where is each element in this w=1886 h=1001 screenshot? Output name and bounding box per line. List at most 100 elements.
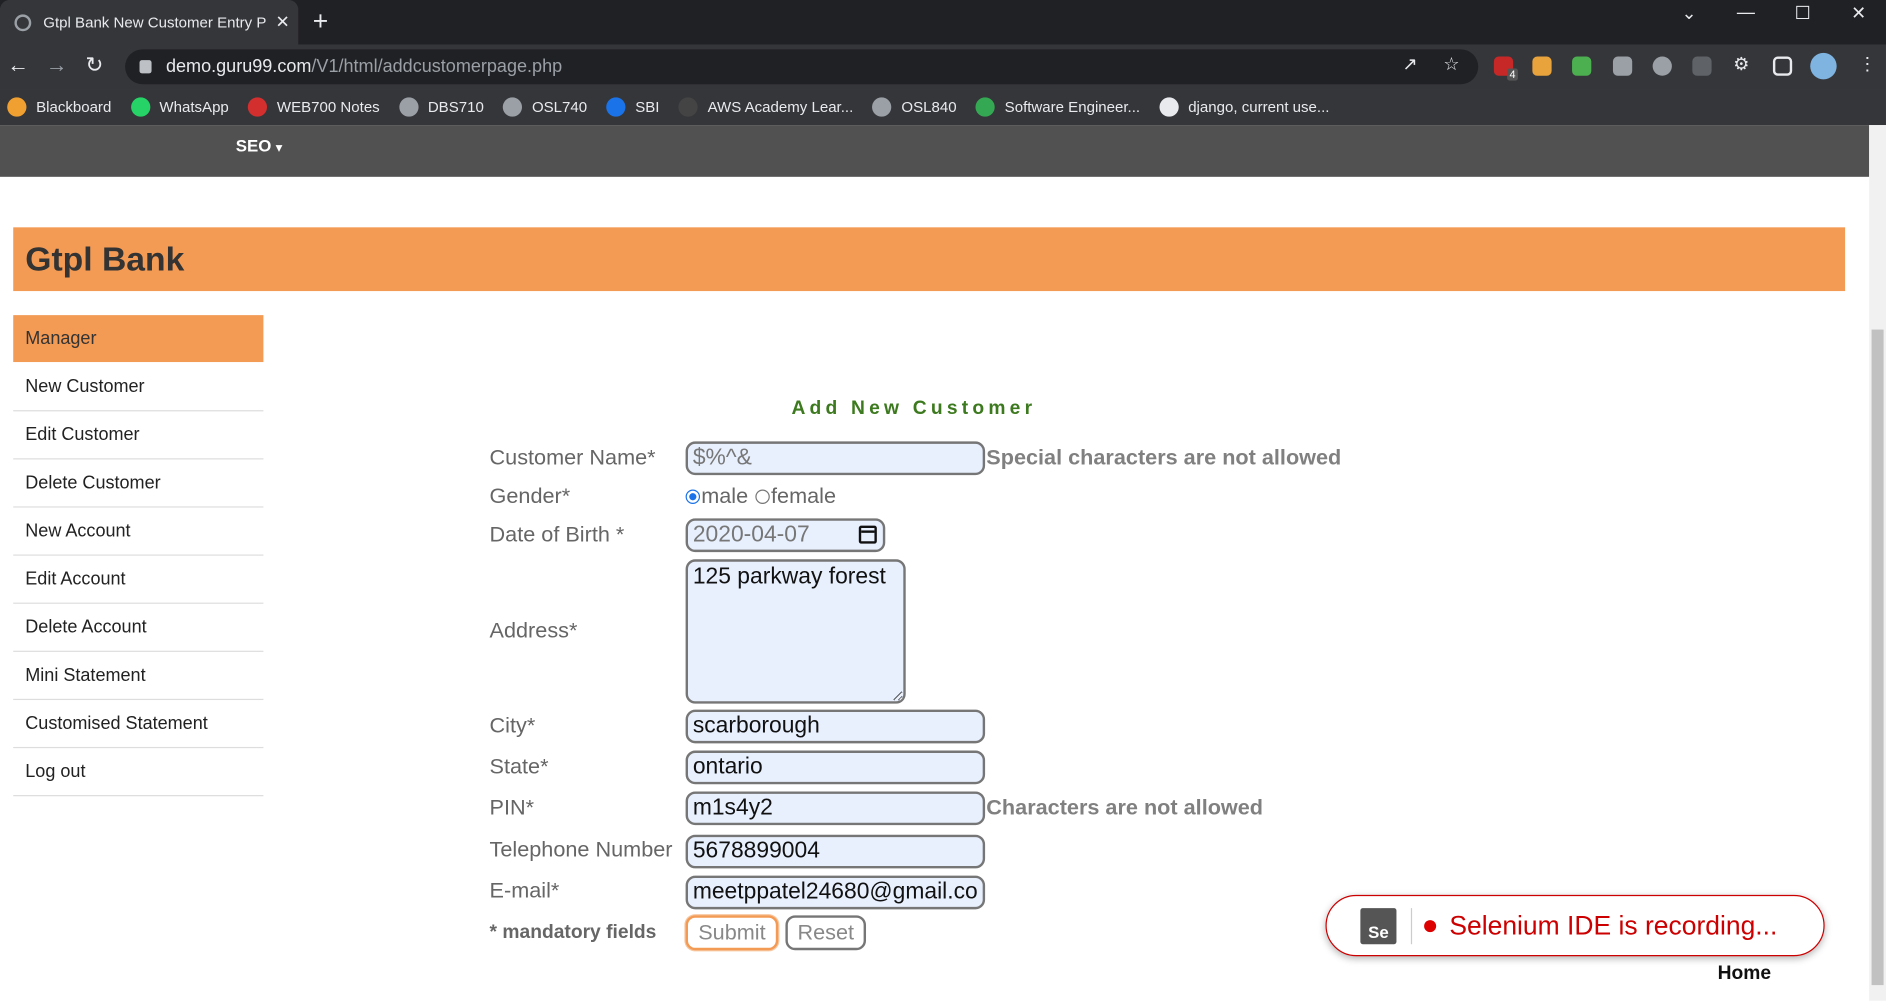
extension-icon[interactable] bbox=[1652, 56, 1672, 76]
customer-name-error: Special characters are not allowed bbox=[986, 445, 1342, 470]
home-link[interactable]: Home bbox=[1718, 963, 1771, 985]
bookmark-label: WhatsApp bbox=[159, 98, 229, 116]
mandatory-note: * mandatory fields bbox=[489, 922, 657, 943]
bookmark-label: DBS710 bbox=[427, 98, 484, 116]
state-input[interactable]: ontario bbox=[685, 750, 986, 785]
telephone-label: Telephone Number bbox=[489, 837, 673, 862]
globe-icon bbox=[14, 13, 32, 31]
recording-dot-icon bbox=[1424, 919, 1437, 932]
bookmark-label: Software Engineer... bbox=[1004, 98, 1141, 116]
bookmark-label: OSL840 bbox=[901, 98, 957, 116]
url-path: /V1/html/addcustomerpage.php bbox=[311, 56, 563, 77]
bookmark-label: OSL740 bbox=[531, 98, 588, 116]
customer-name-label: Customer Name* bbox=[489, 445, 656, 470]
form-title: Add New Customer bbox=[791, 398, 1037, 419]
sidebar-item-edit-account[interactable]: Edit Account bbox=[13, 556, 264, 604]
extension-icon[interactable] bbox=[1612, 56, 1633, 76]
bookmark-label: Blackboard bbox=[36, 98, 112, 116]
sidebar-item-delete-customer[interactable]: Delete Customer bbox=[13, 459, 264, 508]
bookmark-item[interactable]: Blackboard bbox=[7, 97, 112, 117]
leaf-icon bbox=[975, 97, 996, 117]
dob-label: Date of Birth * bbox=[489, 522, 625, 547]
email-input[interactable]: meetppatel24680@gmail.co bbox=[685, 875, 986, 910]
minimize-button[interactable]: — bbox=[1737, 2, 1755, 22]
gender-male-radio[interactable] bbox=[685, 488, 701, 504]
scrollbar-thumb[interactable] bbox=[1871, 329, 1884, 986]
telephone-input[interactable]: 5678899004 bbox=[685, 834, 986, 869]
back-icon[interactable]: ← bbox=[7, 53, 29, 78]
site-nav-bar: SEO ▾ bbox=[0, 125, 1870, 177]
calendar-icon[interactable] bbox=[858, 525, 877, 544]
bookmark-item[interactable]: AWS Academy Lear... bbox=[678, 97, 854, 117]
aws-icon bbox=[678, 97, 698, 117]
sidebar-item-edit-customer[interactable]: Edit Customer bbox=[13, 411, 264, 460]
tab-search-icon[interactable]: ⌄ bbox=[1682, 2, 1697, 24]
nav-seo[interactable]: SEO ▾ bbox=[236, 136, 282, 155]
selenium-logo-icon: Se bbox=[1360, 907, 1397, 944]
bookmark-item[interactable]: django, current use... bbox=[1159, 97, 1330, 117]
bookmark-label: django, current use... bbox=[1188, 98, 1330, 116]
side-panel-icon[interactable] bbox=[1772, 56, 1793, 76]
bookmarks-bar: Blackboard WhatsApp WEB700 Notes DBS710 OSL7… bbox=[0, 89, 1886, 126]
menu-icon[interactable]: ⋮ bbox=[1858, 53, 1876, 74]
scrollbar[interactable] bbox=[1869, 125, 1886, 1001]
globe-icon bbox=[503, 97, 523, 117]
brand-banner: Gtpl Bank bbox=[13, 227, 1846, 292]
extension-icon[interactable] bbox=[1532, 56, 1552, 76]
dob-value: 2020-04-07 bbox=[692, 522, 810, 548]
sidebar-item-manager[interactable]: Manager bbox=[13, 315, 264, 363]
submit-button[interactable]: Submit bbox=[685, 915, 779, 951]
toolbar: ← → ↻ demo.guru99.com/V1/html/addcustome… bbox=[0, 44, 1886, 90]
sidebar-item-new-customer[interactable]: New Customer bbox=[13, 363, 264, 412]
bookmark-item[interactable]: WEB700 Notes bbox=[248, 97, 380, 117]
gender-radio-group: male female bbox=[685, 483, 837, 509]
email-label: E-mail* bbox=[489, 878, 560, 903]
browser-window: Gtpl Bank New Customer Entry P ✕ + ⌄ — ☐… bbox=[0, 0, 1886, 1001]
globe-icon bbox=[872, 97, 892, 117]
reload-icon[interactable]: ↻ bbox=[85, 53, 103, 78]
extension-icon[interactable] bbox=[1692, 56, 1712, 76]
sidebar-item-new-account[interactable]: New Account bbox=[13, 508, 264, 556]
bookmark-star-icon[interactable]: ☆ bbox=[1443, 53, 1459, 74]
pin-input[interactable]: m1s4y2 bbox=[685, 791, 986, 826]
bookmark-label: WEB700 Notes bbox=[276, 98, 380, 116]
gender-female-label: female bbox=[771, 483, 837, 508]
gender-female-radio[interactable] bbox=[755, 488, 770, 504]
bookmark-item[interactable]: DBS710 bbox=[398, 97, 484, 117]
bookmark-item[interactable]: OSL840 bbox=[872, 97, 957, 117]
whatsapp-icon bbox=[130, 97, 150, 117]
sidebar-item-customised-statement[interactable]: Customised Statement bbox=[13, 700, 264, 749]
bookmark-item[interactable]: SBI bbox=[606, 97, 659, 117]
bookmark-item[interactable]: OSL740 bbox=[503, 97, 588, 117]
globe-icon bbox=[398, 97, 419, 117]
sidebar-item-log-out[interactable]: Log out bbox=[13, 748, 264, 797]
sidebar-item-mini-statement[interactable]: Mini Statement bbox=[13, 652, 264, 701]
extension-icon[interactable] bbox=[1572, 56, 1592, 76]
browser-tab[interactable]: Gtpl Bank New Customer Entry P ✕ bbox=[0, 0, 299, 45]
pin-error: Characters are not allowed bbox=[986, 795, 1264, 820]
forward-icon[interactable]: → bbox=[46, 53, 68, 78]
close-tab-icon[interactable]: ✕ bbox=[275, 12, 289, 32]
divider bbox=[1410, 907, 1413, 944]
share-icon[interactable]: ↗ bbox=[1402, 53, 1417, 74]
puzzle-icon[interactable]: ⚙ bbox=[1733, 53, 1749, 74]
gender-male-label: male bbox=[701, 483, 749, 508]
bookmark-item[interactable]: WhatsApp bbox=[130, 97, 229, 117]
new-tab-button[interactable]: + bbox=[313, 7, 328, 36]
close-window-button[interactable]: ✕ bbox=[1851, 2, 1866, 24]
city-input[interactable]: scarborough bbox=[685, 709, 986, 744]
pin-label: PIN* bbox=[489, 795, 535, 820]
sbi-icon bbox=[606, 97, 626, 117]
gender-label: Gender* bbox=[489, 483, 571, 508]
maximize-button[interactable]: ☐ bbox=[1795, 2, 1811, 24]
address-textarea[interactable] bbox=[685, 559, 906, 704]
bookmark-label: AWS Academy Lear... bbox=[707, 98, 854, 116]
reset-button[interactable]: Reset bbox=[785, 915, 867, 951]
dob-input[interactable]: 2020-04-07 bbox=[685, 518, 886, 553]
bookmark-item[interactable]: Software Engineer... bbox=[975, 97, 1141, 117]
address-bar[interactable]: demo.guru99.com/V1/html/addcustomerpage.… bbox=[125, 49, 1479, 85]
customer-name-input[interactable]: $%^& bbox=[685, 441, 986, 476]
avatar[interactable] bbox=[1810, 52, 1837, 80]
github-icon bbox=[1159, 97, 1179, 117]
sidebar-item-delete-account[interactable]: Delete Account bbox=[13, 604, 264, 652]
